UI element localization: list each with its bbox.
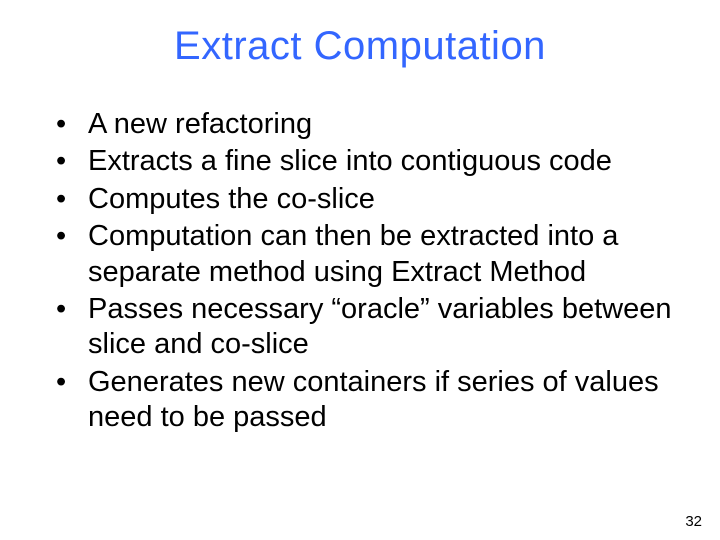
bullet-list: A new refactoring Extracts a fine slice …: [40, 107, 680, 435]
list-item: Passes necessary “oracle” variables betw…: [56, 292, 680, 363]
page-number: 32: [685, 513, 702, 530]
list-item: A new refactoring: [56, 107, 680, 142]
slide: Extract Computation A new refactoring Ex…: [0, 0, 720, 540]
list-item: Generates new containers if series of va…: [56, 365, 680, 436]
list-item: Computation can then be extracted into a…: [56, 219, 680, 290]
slide-title: Extract Computation: [40, 24, 680, 69]
list-item: Extracts a fine slice into contiguous co…: [56, 144, 680, 179]
list-item: Computes the co-slice: [56, 182, 680, 217]
